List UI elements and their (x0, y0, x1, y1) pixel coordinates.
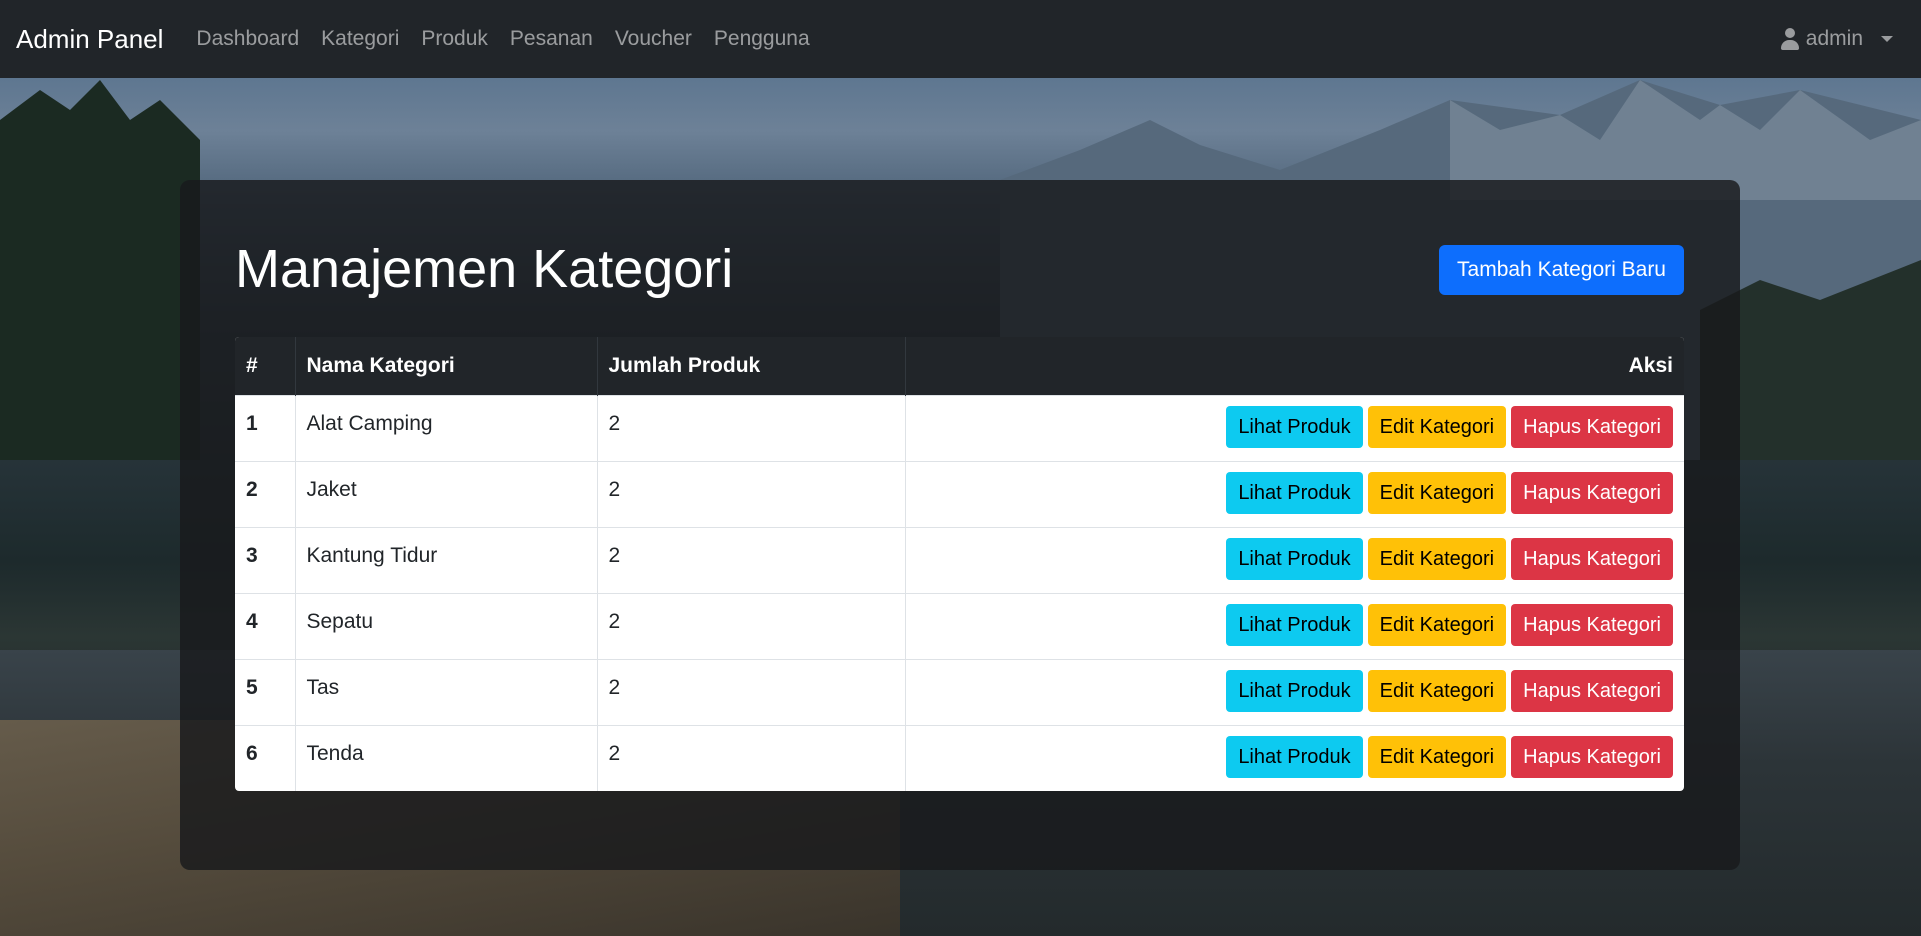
category-name: Alat Camping (295, 394, 598, 461)
nav-link-pengguna[interactable]: Pengguna (703, 0, 821, 78)
edit-category-button[interactable]: Edit Kategori (1367, 603, 1507, 646)
content-panel: Manajemen Kategori Tambah Kategori Baru … (180, 180, 1740, 870)
row-actions: Lihat Produk Edit Kategori Hapus Kategori (905, 658, 1684, 725)
table-row: 5 Tas 2 Lihat Produk Edit Kategori Hapus K… (235, 658, 1684, 725)
nav-link-pesanan[interactable]: Pesanan (499, 0, 604, 78)
nav-link-kategori[interactable]: Kategori (310, 0, 410, 78)
nav-link-dashboard[interactable]: Dashboard (185, 0, 310, 78)
row-actions: Lihat Produk Edit Kategori Hapus Kategori (905, 526, 1684, 593)
delete-category-button[interactable]: Hapus Kategori (1511, 603, 1673, 646)
product-count: 2 (597, 592, 906, 659)
edit-category-button[interactable]: Edit Kategori (1367, 471, 1507, 514)
row-number: 3 (235, 526, 296, 593)
table-row: 3 Kantung Tidur 2 Lihat Produk Edit Kateg… (235, 526, 1684, 593)
delete-category-button[interactable]: Hapus Kategori (1511, 735, 1673, 778)
row-number: 5 (235, 658, 296, 725)
edit-category-button[interactable]: Edit Kategori (1367, 735, 1507, 778)
user-dropdown[interactable]: admin (1780, 0, 1893, 78)
delete-category-button[interactable]: Hapus Kategori (1511, 405, 1673, 448)
row-number: 2 (235, 460, 296, 527)
page-title: Manajemen Kategori (235, 239, 734, 299)
user-name: admin (1805, 27, 1863, 50)
product-count: 2 (597, 460, 906, 527)
view-products-button[interactable]: Lihat Produk (1226, 405, 1363, 448)
table-row: 1 Alat Camping 2 Lihat Produk Edit Katego… (235, 394, 1684, 461)
brand-logo[interactable]: Admin Panel (16, 0, 163, 78)
delete-category-button[interactable]: Hapus Kategori (1511, 537, 1673, 580)
view-products-button[interactable]: Lihat Produk (1226, 471, 1363, 514)
row-actions: Lihat Produk Edit Kategori Hapus Kategori (905, 592, 1684, 659)
row-number: 4 (235, 592, 296, 659)
product-count: 2 (597, 526, 906, 593)
nav-link-voucher[interactable]: Voucher (604, 0, 703, 78)
row-actions: Lihat Produk Edit Kategori Hapus Kategori (905, 460, 1684, 527)
nav-link-produk[interactable]: Produk (410, 0, 499, 78)
category-name: Kantung Tidur (295, 526, 598, 593)
view-products-button[interactable]: Lihat Produk (1226, 603, 1363, 646)
category-name: Tenda (295, 724, 598, 791)
caret-down-icon (1881, 36, 1893, 42)
edit-category-button[interactable]: Edit Kategori (1367, 405, 1507, 448)
table-row: 4 Sepatu 2 Lihat Produk Edit Kategori Hapu… (235, 592, 1684, 659)
user-icon (1780, 28, 1800, 50)
edit-category-button[interactable]: Edit Kategori (1367, 537, 1507, 580)
row-actions: Lihat Produk Edit Kategori Hapus Kategori (905, 724, 1684, 791)
product-count: 2 (597, 724, 906, 791)
table-header-row: # Nama Kategori Jumlah Produk Aksi (235, 337, 1684, 395)
category-name: Sepatu (295, 592, 598, 659)
product-count: 2 (597, 658, 906, 725)
category-name: Tas (295, 658, 598, 725)
nav-links: Dashboard Kategori Produk Pesanan Vouche… (185, 0, 820, 78)
header-category-name: Nama Kategori (295, 337, 598, 395)
delete-category-button[interactable]: Hapus Kategori (1511, 669, 1673, 712)
view-products-button[interactable]: Lihat Produk (1226, 735, 1363, 778)
table-row: 6 Tenda 2 Lihat Produk Edit Kategori Hapus… (235, 724, 1684, 791)
product-count: 2 (597, 394, 906, 461)
header-actions: Aksi (905, 337, 1684, 395)
category-table: # Nama Kategori Jumlah Produk Aksi 1 Ala… (235, 337, 1684, 791)
row-actions: Lihat Produk Edit Kategori Hapus Kategori (905, 394, 1684, 461)
category-name: Jaket (295, 460, 598, 527)
add-category-button[interactable]: Tambah Kategori Baru (1439, 245, 1684, 295)
row-number: 1 (235, 394, 296, 461)
header-number: # (235, 337, 296, 395)
view-products-button[interactable]: Lihat Produk (1226, 537, 1363, 580)
top-navbar: Admin Panel Dashboard Kategori Produk Pe… (0, 0, 1921, 78)
header-product-count: Jumlah Produk (597, 337, 906, 395)
edit-category-button[interactable]: Edit Kategori (1367, 669, 1507, 712)
table-row: 2 Jaket 2 Lihat Produk Edit Kategori Hapus… (235, 460, 1684, 527)
delete-category-button[interactable]: Hapus Kategori (1511, 471, 1673, 514)
view-products-button[interactable]: Lihat Produk (1226, 669, 1363, 712)
row-number: 6 (235, 724, 296, 791)
